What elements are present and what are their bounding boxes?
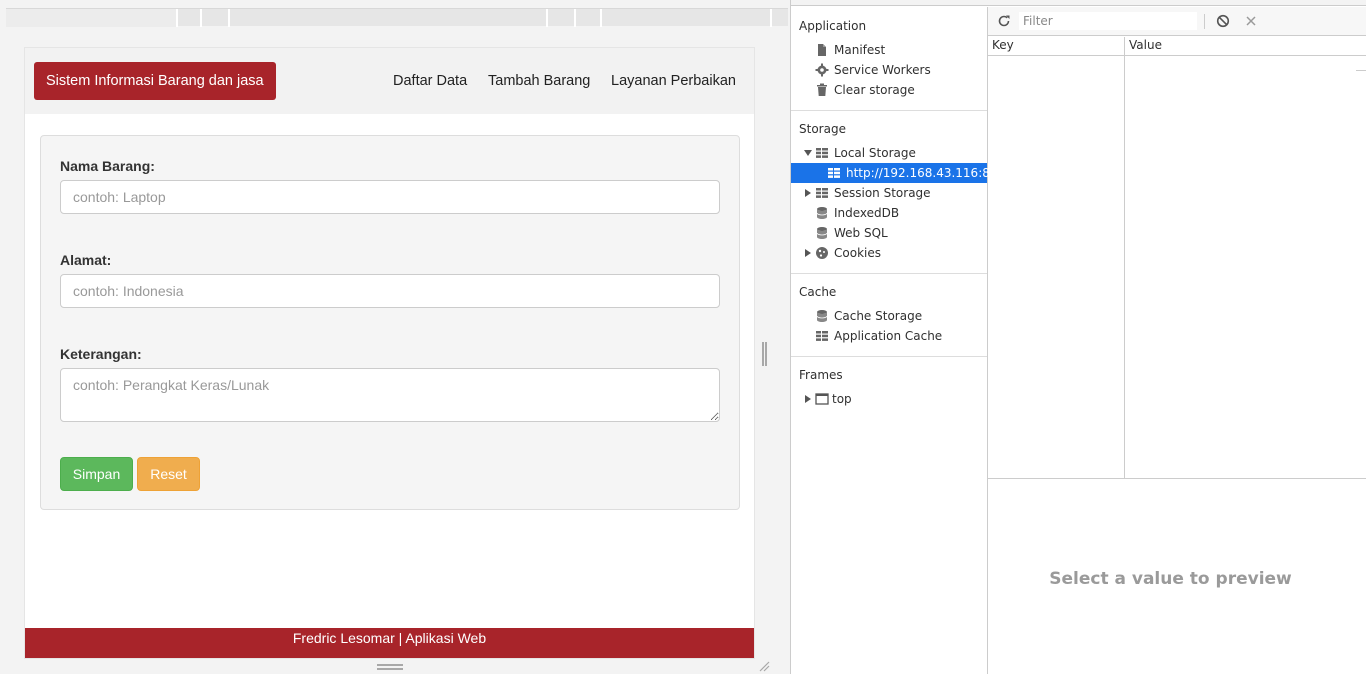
sidebar-item-label: Web SQL: [834, 226, 888, 240]
toolbar-divider: [1204, 14, 1205, 29]
sidebar-item-label: IndexedDB: [834, 206, 900, 220]
preview-placeholder: Select a value to preview: [1049, 569, 1292, 589]
gear-icon: [815, 63, 829, 77]
devtools-panel: Application Manifest Service Workers Cle…: [790, 0, 1366, 674]
nav-tambah-barang[interactable]: Tambah Barang: [488, 73, 590, 89]
ruler-tick: [200, 9, 202, 27]
sidebar-item-frame-top[interactable]: top: [791, 389, 987, 409]
nav-daftar-data[interactable]: Daftar Data: [393, 73, 467, 89]
section-divider: [791, 356, 987, 357]
database-icon: [816, 207, 828, 219]
grid-icon: [816, 331, 828, 341]
ruler-tick: [574, 9, 576, 27]
devtools-tabstrip: [791, 0, 1366, 6]
file-icon: [818, 44, 826, 56]
column-divider[interactable]: [1124, 37, 1125, 478]
sidebar-item-label: Cache Storage: [834, 309, 923, 323]
section-title-storage: Storage: [799, 122, 846, 136]
sidebar-item-manifest[interactable]: Manifest: [791, 40, 987, 60]
section-divider: [791, 110, 987, 111]
sidebar-item-label: Local Storage: [834, 146, 916, 160]
sidebar-item-service-workers[interactable]: Service Workers: [791, 60, 987, 80]
sidebar-item-cookies[interactable]: Cookies: [791, 243, 987, 263]
column-header-value[interactable]: Value: [1129, 38, 1162, 52]
scrollbar-mark: [1356, 70, 1366, 71]
block-icon[interactable]: [1216, 14, 1230, 28]
grid-icon: [816, 148, 828, 158]
database-icon: [816, 227, 828, 239]
form-panel: Nama Barang: Alamat: Keterangan: Simpan …: [40, 135, 740, 510]
section-title-frames: Frames: [799, 368, 843, 382]
sidebar-item-label: top: [832, 392, 852, 406]
cookie-icon: [816, 247, 828, 259]
expand-arrow-icon[interactable]: [805, 189, 811, 197]
preview-splitter[interactable]: [988, 478, 1366, 479]
sidebar-item-label: Clear storage: [834, 83, 915, 97]
filter-input[interactable]: [1019, 12, 1197, 30]
sidebar-item-cache-storage[interactable]: Cache Storage: [791, 306, 987, 326]
ruler-tick: [770, 9, 772, 27]
refresh-icon[interactable]: [997, 14, 1011, 28]
web-page: Sistem Informasi Barang dan jasa Daftar …: [24, 47, 755, 659]
expand-arrow-icon[interactable]: [805, 249, 811, 257]
sidebar-item-local-origin[interactable]: http://192.168.43.116:8080: [791, 163, 1013, 183]
keterangan-label: Keterangan:: [60, 346, 142, 362]
nama-barang-input[interactable]: [60, 180, 720, 214]
sidebar-item-local-storage[interactable]: Local Storage: [791, 143, 987, 163]
grid-icon: [828, 168, 840, 178]
sidebar-item-indexeddb[interactable]: IndexedDB: [791, 203, 987, 223]
expand-arrow-icon[interactable]: [804, 150, 812, 156]
alamat-label: Alamat:: [60, 252, 112, 268]
sidebar-item-application-cache[interactable]: Application Cache: [791, 326, 987, 346]
column-header-key[interactable]: Key: [992, 38, 1014, 52]
sidebar-item-label: Cookies: [834, 246, 881, 260]
devtools-sidebar: Application Manifest Service Workers Cle…: [791, 7, 1013, 674]
device-viewport: Sistem Informasi Barang dan jasa Daftar …: [0, 0, 790, 674]
grid-icon: [816, 188, 828, 198]
sidebar-item-clear-storage[interactable]: Clear storage: [791, 80, 987, 100]
viewport-side-resize-handle[interactable]: [762, 342, 767, 366]
sidebar-item-web-sql[interactable]: Web SQL: [791, 223, 987, 243]
sidebar-item-session-storage[interactable]: Session Storage: [791, 183, 987, 203]
keterangan-textarea[interactable]: [60, 368, 720, 422]
sidebar-item-label: Application Cache: [834, 329, 943, 343]
storage-viewer: Key Value Select a value to preview: [988, 7, 1366, 674]
ruler-tick: [600, 9, 602, 27]
sidebar-item-label: Manifest: [834, 43, 886, 57]
page-footer: Fredric Lesomar | Aplikasi Web: [25, 628, 754, 658]
reset-button[interactable]: Reset: [137, 457, 200, 491]
section-title-cache: Cache: [799, 285, 837, 299]
nav-layanan-perbaikan[interactable]: Layanan Perbaikan: [611, 73, 736, 89]
expand-arrow-icon[interactable]: [805, 395, 811, 403]
ruler-tick: [176, 9, 178, 27]
sidebar-item-label: Session Storage: [834, 186, 931, 200]
viewport-corner-resize-handle[interactable]: [758, 660, 770, 672]
brand-button[interactable]: Sistem Informasi Barang dan jasa: [34, 62, 276, 100]
frame-icon: [815, 393, 829, 405]
section-title-application: Application: [799, 19, 867, 33]
ruler-tick: [228, 9, 230, 27]
nama-barang-label: Nama Barang:: [60, 158, 155, 174]
simpan-button[interactable]: Simpan: [60, 457, 133, 491]
ruler-segment: [6, 9, 176, 27]
section-divider: [791, 273, 987, 274]
viewport-ruler: [6, 8, 788, 27]
navbar: Sistem Informasi Barang dan jasa Daftar …: [25, 48, 754, 114]
storage-toolbar: [988, 7, 1366, 36]
database-icon: [816, 310, 828, 322]
viewport-bottom-resize-handle[interactable]: [377, 664, 403, 670]
alamat-input[interactable]: [60, 274, 720, 308]
sidebar-item-label: Service Workers: [834, 63, 931, 77]
ruler-tick: [546, 9, 548, 27]
close-icon[interactable]: [1245, 15, 1257, 27]
trash-icon: [817, 83, 827, 96]
storage-table-header: Key Value: [988, 37, 1366, 56]
